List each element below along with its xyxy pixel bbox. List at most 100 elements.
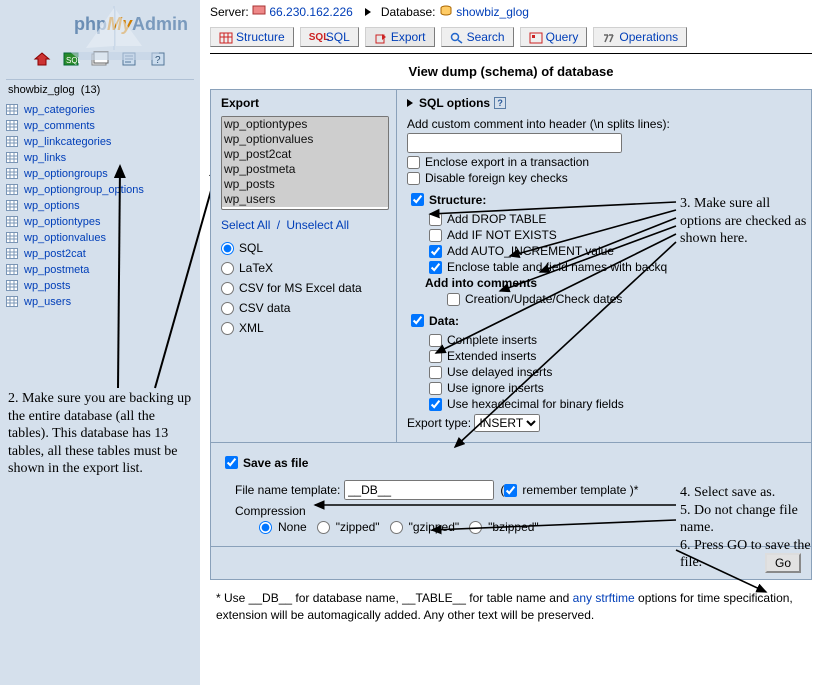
format-csv-radio[interactable]	[221, 302, 234, 315]
compression-bzipped-radio[interactable]	[469, 521, 482, 534]
compression-none-radio[interactable]	[259, 521, 272, 534]
complete-inserts-checkbox[interactable]	[429, 334, 442, 347]
operations-icon	[602, 32, 616, 44]
filename-template-input[interactable]	[344, 480, 494, 500]
dates-checkbox[interactable]	[447, 293, 460, 306]
backquotes-checkbox[interactable]	[429, 261, 442, 274]
sidebar-table-item[interactable]: wp_post2cat	[6, 246, 194, 262]
unselect-all-link[interactable]: Unselect All	[286, 218, 349, 232]
extended-inserts-checkbox[interactable]	[429, 350, 442, 363]
filename-template-label: File name template:	[235, 483, 340, 497]
hex-checkbox[interactable]	[429, 398, 442, 411]
sql-options-panel: SQL options? Add custom comment into hea…	[397, 90, 812, 442]
server-icon	[252, 5, 269, 19]
table-icon	[6, 280, 20, 292]
table-icon	[6, 152, 20, 164]
table-icon	[6, 120, 20, 132]
ignore-inserts-checkbox[interactable]	[429, 382, 442, 395]
sidebar-db-name: showbiz_glog	[8, 84, 75, 96]
help-icon[interactable]: ?	[494, 97, 506, 109]
sidebar-table-name: wp_options	[24, 200, 80, 212]
table-icon	[6, 232, 20, 244]
table-icon	[6, 200, 20, 212]
database-icon	[439, 5, 456, 19]
breadcrumb: Server: 66.230.162.226 Database: showbiz…	[210, 2, 812, 25]
format-xml-radio[interactable]	[221, 322, 234, 335]
export-heading: Export	[221, 96, 386, 116]
auto-inc-checkbox[interactable]	[429, 245, 442, 258]
drop-table-checkbox[interactable]	[429, 213, 442, 226]
disable-fk-checkbox[interactable]	[407, 172, 420, 185]
structure-icon	[219, 32, 233, 44]
sidebar-db-heading[interactable]: showbiz_glog (13)	[6, 79, 194, 100]
sidebar: phpMyAdmin SQL ? showbiz_glog (13) wp_ca…	[0, 0, 200, 685]
compression-zipped-radio[interactable]	[317, 521, 330, 534]
sidebar-table-item[interactable]: wp_options	[6, 198, 194, 214]
custom-comment-label: Add custom comment into header (\n split…	[407, 116, 801, 132]
select-all-link[interactable]: Select All	[221, 218, 270, 232]
table-icon	[6, 184, 20, 196]
table-icon	[6, 104, 20, 116]
compression-gzipped-radio[interactable]	[390, 521, 403, 534]
sql-options-heading: SQL options	[419, 96, 490, 110]
remember-template-checkbox[interactable]	[504, 484, 517, 497]
server-label: Server:	[210, 5, 249, 19]
tab-export[interactable]: Export	[365, 27, 435, 47]
database-label: Database:	[381, 5, 436, 19]
tab-sql[interactable]: SQLSQL	[300, 27, 359, 47]
home-icon[interactable]	[32, 51, 52, 69]
sidebar-table-item[interactable]: wp_categories	[6, 102, 194, 118]
tab-search[interactable]: Search	[441, 27, 514, 47]
sidebar-table-name: wp_post2cat	[24, 248, 86, 260]
data-checkbox[interactable]	[411, 314, 424, 327]
export-type-label: Export type:	[407, 416, 471, 430]
table-icon	[6, 136, 20, 148]
database-link[interactable]: showbiz_glog	[456, 5, 529, 19]
sidebar-table-item[interactable]: wp_optiontypes	[6, 214, 194, 230]
format-latex-radio[interactable]	[221, 262, 234, 275]
tab-operations[interactable]: Operations	[593, 27, 687, 47]
server-link[interactable]: 66.230.162.226	[269, 5, 352, 19]
delayed-inserts-checkbox[interactable]	[429, 366, 442, 379]
sidebar-table-item[interactable]: wp_users	[6, 294, 194, 310]
annotation-2: 2. Make sure you are backing up the enti…	[8, 390, 198, 478]
if-not-exists-checkbox[interactable]	[429, 229, 442, 242]
footnote: * Use __DB__ for database name, __TABLE_…	[210, 580, 812, 630]
sidebar-table-item[interactable]: wp_optiongroup_options	[6, 182, 194, 198]
export-icon	[374, 32, 388, 44]
arrow-icon	[407, 99, 413, 107]
sidebar-table-item[interactable]: wp_optiongroups	[6, 166, 194, 182]
export-type-select[interactable]: INSERT	[474, 414, 540, 432]
ship-logo-icon	[60, 2, 170, 62]
export-tables-select[interactable]: wp_optiontypeswp_optionvalueswp_post2cat…	[221, 116, 389, 210]
structure-checkbox[interactable]	[411, 193, 424, 206]
page-title: View dump (schema) of database	[210, 58, 812, 89]
table-icon	[6, 216, 20, 228]
sidebar-table-item[interactable]: wp_links	[6, 150, 194, 166]
main: Server: 66.230.162.226 Database: showbiz…	[200, 0, 818, 685]
search-icon	[450, 32, 464, 44]
table-icon	[6, 296, 20, 308]
tab-query[interactable]: Query	[520, 27, 588, 47]
table-icon	[6, 168, 20, 180]
sidebar-table-name: wp_optiongroups	[24, 168, 108, 180]
breadcrumb-arrow-icon	[365, 8, 371, 16]
sidebar-table-name: wp_comments	[24, 120, 95, 132]
sidebar-table-item[interactable]: wp_postmeta	[6, 262, 194, 278]
sidebar-table-item[interactable]: wp_linkcategories	[6, 134, 194, 150]
sidebar-table-name: wp_postmeta	[24, 264, 89, 276]
save-as-file-checkbox[interactable]	[225, 456, 238, 469]
sidebar-table-list: wp_categories wp_comments wp_linkcategorie…	[6, 100, 194, 310]
table-icon	[6, 264, 20, 276]
strftime-link[interactable]: any strftime	[573, 591, 635, 605]
format-csv-excel-radio[interactable]	[221, 282, 234, 295]
sidebar-table-name: wp_categories	[24, 104, 95, 116]
tabs: Structure SQLSQL Export Search Query Ope…	[210, 25, 812, 47]
sidebar-table-item[interactable]: wp_optionvalues	[6, 230, 194, 246]
format-sql-radio[interactable]	[221, 242, 234, 255]
enclose-tx-checkbox[interactable]	[407, 156, 420, 169]
sidebar-table-item[interactable]: wp_posts	[6, 278, 194, 294]
custom-comment-input[interactable]	[407, 133, 622, 153]
tab-structure[interactable]: Structure	[210, 27, 294, 47]
sidebar-table-item[interactable]: wp_comments	[6, 118, 194, 134]
